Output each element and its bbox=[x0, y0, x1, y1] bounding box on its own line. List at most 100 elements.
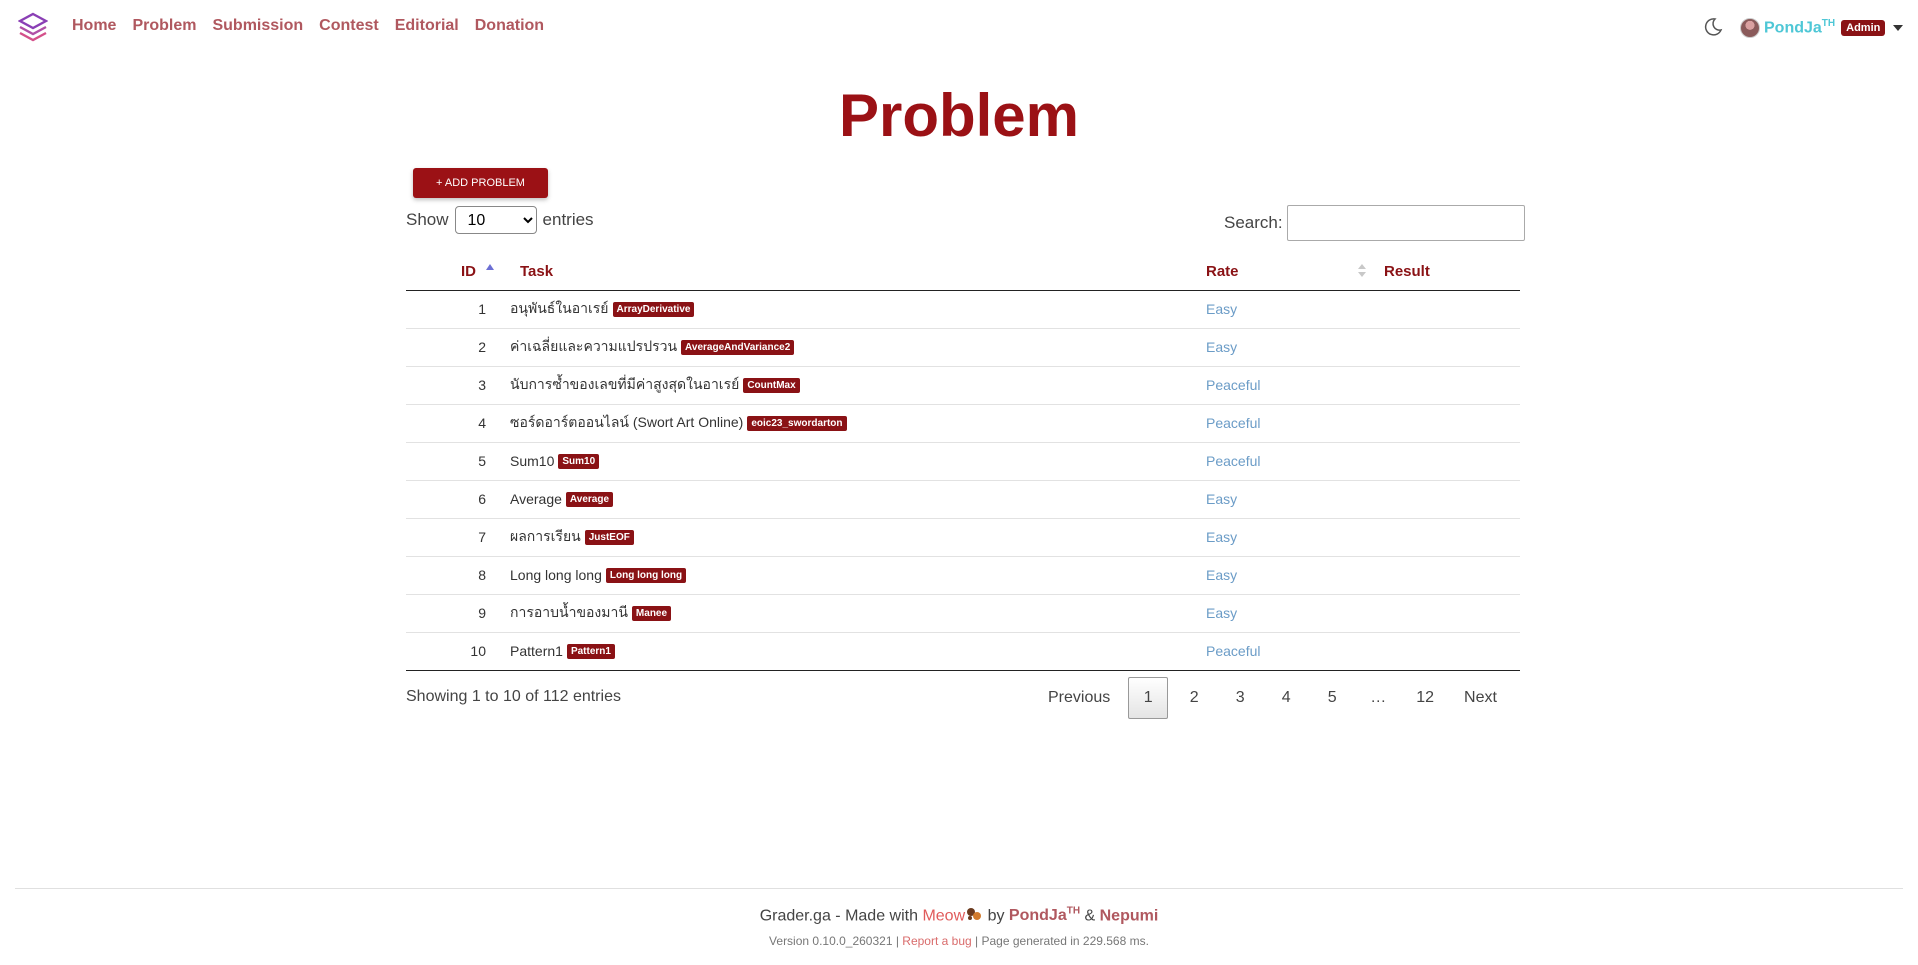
problem-id: 1 bbox=[406, 290, 506, 329]
problem-task-cell: ค่าเฉลี่ยและความแปรปรวน AverageAndVarianc… bbox=[506, 328, 1206, 367]
nav-link-editorial[interactable]: Editorial bbox=[395, 17, 459, 35]
problem-rate[interactable]: Peaceful bbox=[1206, 632, 1366, 671]
problem-result bbox=[1366, 518, 1520, 557]
next-page-button[interactable]: Next bbox=[1452, 677, 1509, 719]
author-nepumi-link[interactable]: Nepumi bbox=[1100, 907, 1159, 924]
problem-rate[interactable]: Easy bbox=[1206, 480, 1366, 519]
page-button[interactable]: 12 bbox=[1404, 677, 1446, 719]
admin-badge: Admin bbox=[1841, 20, 1886, 36]
show-entries-control: Show 10 entries bbox=[406, 206, 594, 234]
page-button[interactable]: 3 bbox=[1220, 677, 1260, 719]
search-input[interactable] bbox=[1286, 205, 1525, 241]
page-title: Problem bbox=[838, 82, 1080, 149]
meow-link[interactable]: Meow bbox=[922, 907, 965, 924]
footer-meta: Version 0.10.0_260321 | Report a bug | P… bbox=[769, 934, 1149, 948]
problem-name-link[interactable]: ค่าเฉลี่ยและความแปรปรวน bbox=[510, 338, 677, 354]
nav-link-problem[interactable]: Problem bbox=[132, 17, 196, 35]
nav-link-submission[interactable]: Submission bbox=[212, 17, 303, 35]
footer-divider bbox=[15, 888, 1903, 889]
nav-links: Home Problem Submission Contest Editoria… bbox=[72, 17, 544, 35]
avatar bbox=[1740, 18, 1760, 38]
problem-task-cell: Long long long Long long long bbox=[506, 556, 1206, 595]
page-button[interactable]: 1 bbox=[1128, 677, 1169, 719]
version-text: Version 0.10.0_260321 bbox=[769, 934, 893, 948]
problem-result bbox=[1366, 480, 1520, 519]
problem-name-link[interactable]: Sum10 bbox=[510, 453, 554, 469]
problem-result bbox=[1366, 632, 1520, 671]
problem-code-badge: Sum10 bbox=[558, 454, 600, 470]
problem-code-badge: Manee bbox=[631, 605, 672, 621]
problem-task-cell: นับการซ้ำของเลขที่มีค่าสูงสุดในอาเรย์ Cou… bbox=[506, 366, 1206, 405]
nav-link-donation[interactable]: Donation bbox=[475, 17, 544, 35]
problem-code-badge: AverageAndVariance2 bbox=[681, 339, 795, 355]
problem-rate[interactable]: Easy bbox=[1206, 290, 1366, 329]
nav-link-home[interactable]: Home bbox=[72, 17, 116, 35]
problem-name-link[interactable]: Long long long bbox=[510, 567, 602, 583]
entries-label: entries bbox=[542, 210, 594, 229]
user-menu[interactable]: PondJaTH Admin bbox=[1740, 16, 1904, 40]
moon-icon[interactable] bbox=[1703, 17, 1723, 37]
sort-ascending-icon bbox=[486, 264, 494, 270]
table-header-row: ID Task Rate Result bbox=[406, 254, 1520, 291]
problem-id: 8 bbox=[406, 556, 506, 595]
problem-id: 3 bbox=[406, 366, 506, 405]
problem-name-link[interactable]: Pattern1 bbox=[510, 643, 563, 659]
problem-name-link[interactable]: นับการซ้ำของเลขที่มีค่าสูงสุดในอาเรย์ bbox=[510, 376, 739, 392]
show-label: Show bbox=[406, 210, 449, 229]
page-ellipsis: … bbox=[1370, 689, 1387, 706]
problem-id: 9 bbox=[406, 594, 506, 633]
table-row: 5 Sum10 Sum10 Peaceful bbox=[406, 442, 1520, 481]
column-header-rate[interactable]: Rate bbox=[1206, 254, 1366, 291]
problem-id: 7 bbox=[406, 518, 506, 557]
previous-page-button[interactable]: Previous bbox=[1036, 677, 1122, 719]
problem-rate[interactable]: Peaceful bbox=[1206, 366, 1366, 405]
problem-name-link[interactable]: ซอร์ดอาร์ตออนไลน์ (Swort Art Online) bbox=[510, 414, 743, 430]
entries-summary: Showing 1 to 10 of 112 entries bbox=[406, 688, 621, 705]
problem-result bbox=[1366, 366, 1520, 405]
problem-result bbox=[1366, 404, 1520, 443]
report-bug-link[interactable]: Report a bug bbox=[902, 934, 971, 948]
problem-rate[interactable]: Easy bbox=[1206, 594, 1366, 633]
table-row: 3 นับการซ้ำของเลขที่มีค่าสูงสุดในอาเรย์ Co… bbox=[406, 366, 1520, 405]
column-header-task[interactable]: Task bbox=[506, 254, 1206, 291]
problem-name-link[interactable]: อนุพันธ์ในอาเรย์ bbox=[510, 300, 609, 316]
author-pondja-link[interactable]: PondJaTH bbox=[1009, 906, 1080, 924]
problem-table: ID Task Rate Result 1 อนุพันธ์ในอาเรย์ Arr… bbox=[406, 254, 1520, 671]
entries-per-page-select[interactable]: 10 bbox=[454, 206, 537, 234]
navbar: Home Problem Submission Contest Editoria… bbox=[0, 0, 1918, 55]
column-header-id[interactable]: ID bbox=[406, 254, 506, 291]
problem-task-cell: Pattern1 Pattern1 bbox=[506, 632, 1206, 671]
page-button[interactable]: 2 bbox=[1174, 677, 1214, 719]
problem-id: 4 bbox=[406, 404, 506, 443]
problem-result bbox=[1366, 328, 1520, 367]
username: PondJaTH bbox=[1764, 18, 1836, 37]
problem-result bbox=[1366, 594, 1520, 633]
nav-link-contest[interactable]: Contest bbox=[319, 17, 379, 35]
problem-rate[interactable]: Easy bbox=[1206, 328, 1366, 367]
page-generated-text: Page generated in 229.568 ms. bbox=[981, 934, 1149, 948]
problem-rate[interactable]: Easy bbox=[1206, 556, 1366, 595]
footer-credits: Grader.ga - Made with Meow by PondJaTH &… bbox=[759, 906, 1159, 925]
problem-rate[interactable]: Easy bbox=[1206, 518, 1366, 557]
problem-code-badge: ArrayDerivative bbox=[612, 301, 695, 317]
problem-rate[interactable]: Peaceful bbox=[1206, 442, 1366, 481]
page-button[interactable]: 5 bbox=[1312, 677, 1352, 719]
problem-id: 10 bbox=[406, 632, 506, 671]
layers-logo-icon[interactable] bbox=[18, 12, 48, 44]
page-button[interactable]: 4 bbox=[1266, 677, 1306, 719]
problem-code-badge: eoic23_swordarton bbox=[747, 415, 847, 431]
problem-name-link[interactable]: การอาบน้ำของมานี bbox=[510, 604, 628, 620]
problem-result bbox=[1366, 442, 1520, 481]
problem-task-cell: ผลการเรียน JustEOF bbox=[506, 518, 1206, 557]
problem-table-wrap: ID Task Rate Result 1 อนุพันธ์ในอาเรย์ Arr… bbox=[406, 254, 1520, 671]
search-label: Search: bbox=[1224, 213, 1283, 232]
problem-code-badge: JustEOF bbox=[584, 529, 634, 545]
problem-name-link[interactable]: Average bbox=[510, 491, 562, 507]
problem-id: 2 bbox=[406, 328, 506, 367]
problem-rate[interactable]: Peaceful bbox=[1206, 404, 1366, 443]
problem-name-link[interactable]: ผลการเรียน bbox=[510, 528, 581, 544]
problem-code-badge: Average bbox=[565, 492, 614, 508]
table-row: 8 Long long long Long long long Easy bbox=[406, 556, 1520, 595]
add-problem-button[interactable]: + ADD PROBLEM bbox=[413, 168, 548, 198]
column-header-result[interactable]: Result bbox=[1366, 254, 1520, 291]
